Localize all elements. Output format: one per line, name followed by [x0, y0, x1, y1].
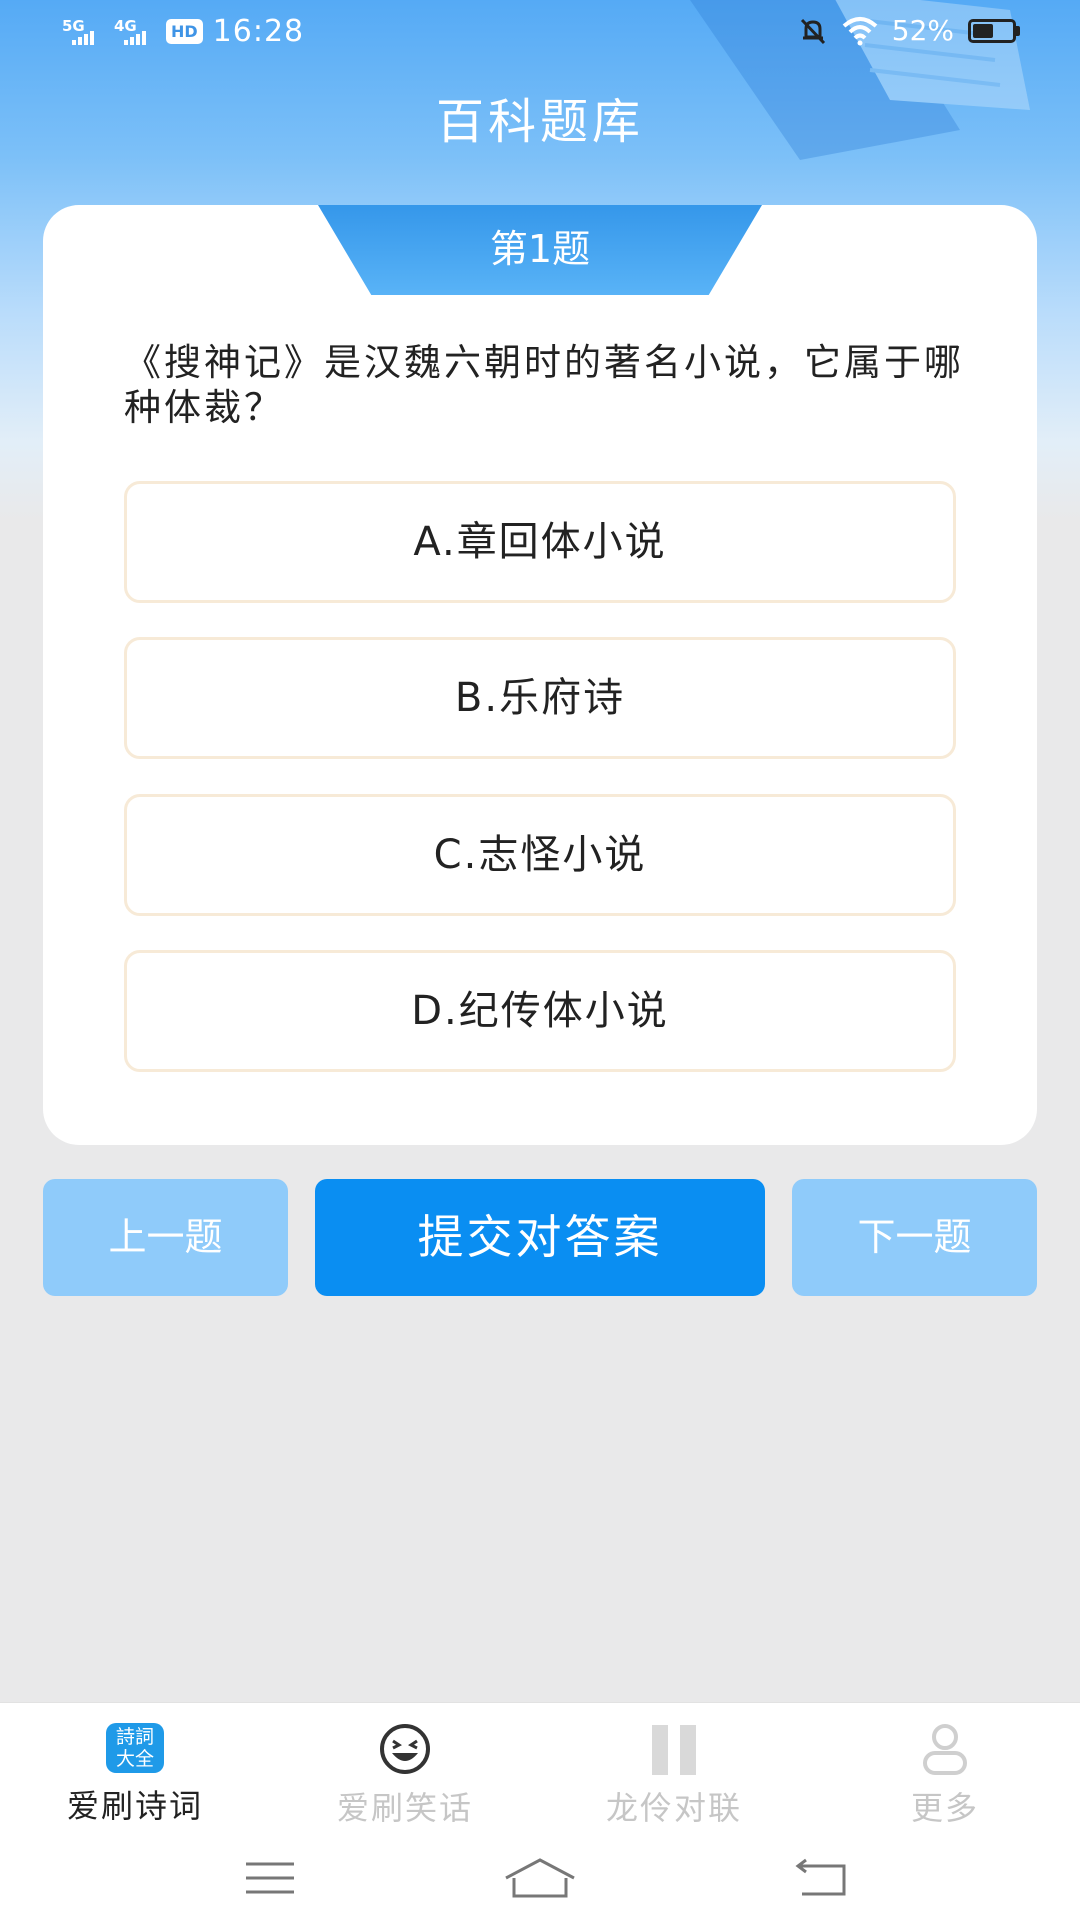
signal-5g-icon: 5G — [62, 17, 104, 47]
tab-label: 龙伶对联 — [605, 1789, 742, 1827]
system-navigation-bar — [0, 1840, 1080, 1920]
signal-4g-icon: 4G — [114, 17, 156, 47]
laugh-face-icon — [375, 1723, 435, 1775]
tab-label: 爱刷诗词 — [66, 1787, 203, 1825]
back-icon[interactable] — [784, 1856, 864, 1900]
page-title: 百科题库 — [435, 94, 644, 150]
menu-icon[interactable] — [230, 1856, 310, 1900]
option-d[interactable]: D.纪传体小说 — [124, 950, 956, 1072]
tab-poems[interactable]: 詩詞大全 爱刷诗词 — [35, 1723, 235, 1827]
option-a[interactable]: A.章回体小说 — [124, 481, 956, 603]
option-b[interactable]: B.乐府诗 — [124, 637, 956, 759]
submit-answer-button[interactable]: 提交对答案 — [315, 1179, 765, 1296]
mute-bell-icon — [800, 18, 825, 44]
tab-label: 爱刷笑话 — [336, 1789, 473, 1827]
tab-more[interactable]: 更多 — [845, 1723, 1045, 1829]
couplet-icon — [644, 1723, 704, 1775]
tab-label: 更多 — [910, 1789, 979, 1827]
status-bar: 5G 4G HD 16:28 52% — [0, 0, 1080, 66]
question-number-badge: 第1题 — [318, 205, 762, 295]
next-question-button[interactable]: 下一题 — [792, 1179, 1037, 1296]
poem-book-icon: 詩詞大全 — [106, 1723, 164, 1773]
battery-percent: 52% — [891, 14, 954, 47]
clock: 16:28 — [212, 14, 305, 49]
wifi-icon — [842, 16, 878, 45]
tab-jokes[interactable]: 爱刷笑话 — [305, 1723, 505, 1829]
previous-question-button[interactable]: 上一题 — [43, 1179, 288, 1296]
person-icon — [915, 1723, 975, 1775]
battery-icon — [968, 18, 1020, 43]
question-text: 《搜神记》是汉魏六朝时的著名小说，它属于哪种体裁？ — [124, 341, 964, 429]
home-icon[interactable] — [500, 1856, 580, 1900]
hd-icon: HD — [166, 19, 203, 44]
tab-couplets[interactable]: 龙伶对联 — [574, 1723, 774, 1829]
option-c[interactable]: C.志怪小说 — [124, 794, 956, 916]
